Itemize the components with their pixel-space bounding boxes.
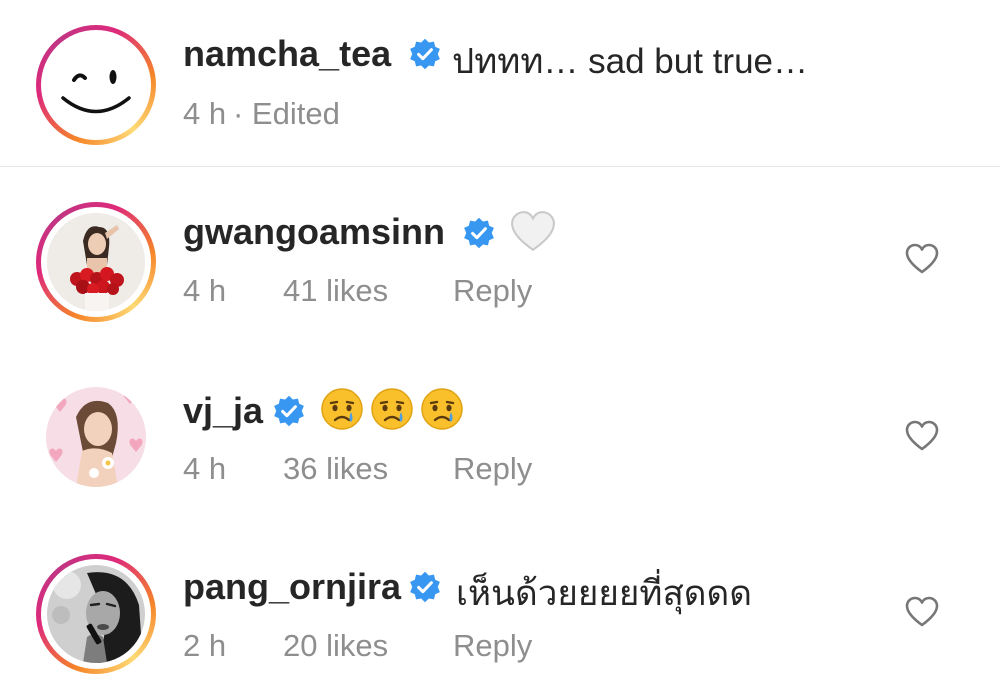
- avatar[interactable]: [36, 554, 156, 674]
- avatar-photo: [47, 213, 145, 311]
- like-heart-icon[interactable]: [905, 243, 939, 275]
- username[interactable]: namcha_tea: [183, 33, 391, 75]
- avatar-frame: [42, 383, 150, 491]
- username[interactable]: vj_ja: [183, 390, 263, 432]
- likes-count[interactable]: 36 likes: [283, 451, 388, 487]
- avatar-frame: [41, 207, 151, 317]
- reply-button[interactable]: Reply: [453, 273, 532, 309]
- comment-time: 4 h: [183, 451, 227, 486]
- woman-portrait-image: [46, 387, 146, 487]
- comment-row: gwangoamsinn 4 h 41 likes Reply: [0, 167, 1000, 342]
- avatar[interactable]: [36, 25, 156, 145]
- reply-button[interactable]: Reply: [453, 451, 532, 487]
- likes-count[interactable]: 20 likes: [283, 628, 388, 664]
- avatar-frame: [41, 30, 151, 140]
- like-heart-icon[interactable]: [905, 596, 939, 628]
- avatar-photo: [46, 387, 146, 487]
- crying-face-emoji: [421, 388, 463, 430]
- likes-count[interactable]: 41 likes: [283, 273, 388, 309]
- avatar[interactable]: [36, 202, 156, 322]
- reply-button[interactable]: Reply: [453, 628, 532, 664]
- avatar-frame: [41, 559, 151, 669]
- username[interactable]: gwangoamsinn: [183, 211, 445, 253]
- verified-badge-icon: [410, 571, 440, 603]
- smiley-face-icon: [61, 70, 131, 114]
- avatar-photo: [47, 565, 145, 663]
- username[interactable]: pang_ornjira: [183, 566, 401, 608]
- comment-row: pang_ornjira เห็นด้วยยยยที่สุดดด 2 h 20 …: [0, 522, 1000, 695]
- comment-text: เห็นด้วยยยยที่สุดดด: [456, 574, 752, 613]
- comment-text: ปททท… sad but true…: [452, 42, 808, 81]
- black-white-portrait-image: [47, 565, 145, 663]
- white-heart-emoji: [511, 211, 555, 252]
- crying-face-emoji: [321, 388, 363, 430]
- comment-time: 4 h: [183, 273, 227, 308]
- avatar[interactable]: [36, 377, 156, 497]
- verified-badge-icon: [464, 217, 494, 249]
- edited-label: · Edited: [233, 96, 340, 131]
- like-heart-icon[interactable]: [905, 420, 939, 452]
- comment-row: namcha_tea ปททท… sad but true… 4 h · Edi…: [0, 0, 1000, 166]
- verified-badge-icon: [274, 395, 304, 427]
- comment-time: 2 h: [183, 628, 227, 663]
- comment-row: vj_ja 4 h 36 likes Reply: [0, 345, 1000, 520]
- crying-face-emoji: [371, 388, 413, 430]
- comment-time: 4 h: [183, 96, 227, 131]
- person-with-roses-image: [47, 213, 145, 311]
- verified-badge-icon: [410, 38, 440, 70]
